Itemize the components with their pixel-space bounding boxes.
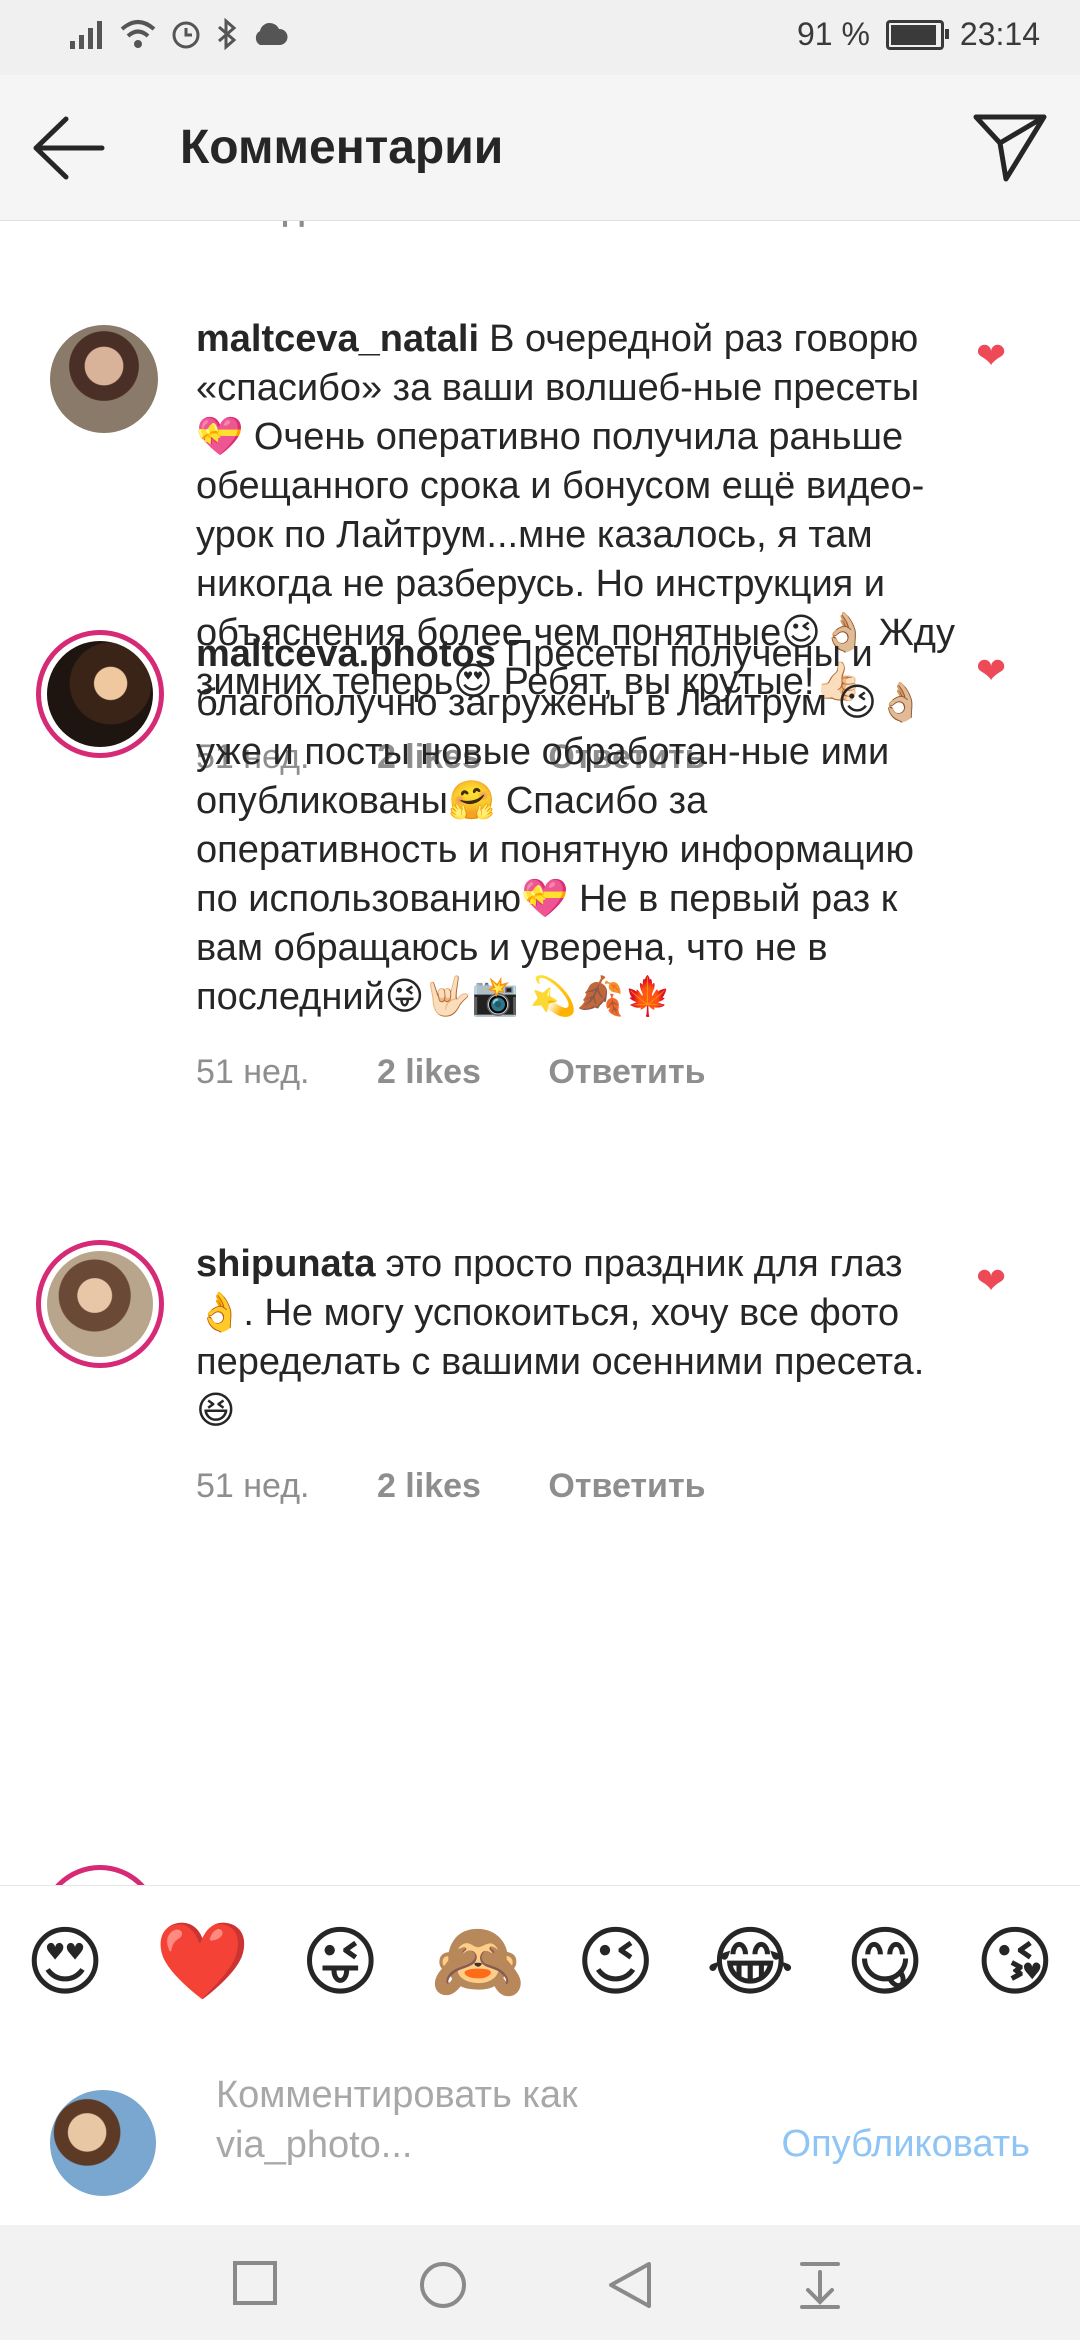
top-bar: Комментарии xyxy=(0,75,1080,221)
reply-button[interactable]: Ответить xyxy=(548,1053,705,1091)
emoji-kiss[interactable]: 😘 xyxy=(975,1917,1054,2006)
comment-time: 51 нед. xyxy=(196,1053,310,1091)
comment-username[interactable]: shipunata xyxy=(196,1243,375,1285)
bluetooth-icon xyxy=(218,18,237,50)
recents-button[interactable] xyxy=(232,2260,278,2311)
reply-button[interactable]: Ответить xyxy=(548,1467,705,1505)
notification-pull-button[interactable] xyxy=(798,2260,842,2315)
reply-button[interactable]: Ответить xyxy=(538,220,695,228)
comment-username[interactable]: maltceva.photos xyxy=(196,633,496,675)
emoji-quick-bar: 😍 ❤️ 😜 🙈 😉 😂 😋 😘 xyxy=(0,1885,1080,2037)
avatar-story-ring[interactable] xyxy=(36,630,164,758)
emoji-tears-of-joy[interactable]: 😂 xyxy=(706,1917,795,2006)
comment-meta: 51 нед. 2 likes Ответить xyxy=(196,1048,956,1097)
publish-button[interactable]: Опубликовать xyxy=(782,2123,1030,2166)
clock: 23:14 xyxy=(959,16,1040,52)
home-button[interactable] xyxy=(418,2260,468,2315)
square-icon xyxy=(233,2261,277,2305)
comment-likes[interactable]: 1 like xyxy=(383,220,468,228)
comment-composer: Комментировать как via_photo... Опублико… xyxy=(0,2035,1080,2225)
emoji-heart-eyes[interactable]: 😍 xyxy=(25,1917,104,2006)
send-icon xyxy=(973,114,1047,182)
comment-time: 51 нед. xyxy=(196,1467,310,1505)
avatar-story-ring[interactable] xyxy=(36,1240,164,1368)
comment-text: Пресеты получены и благополучно загружен… xyxy=(196,633,925,1018)
comment-time: 51 нед. xyxy=(196,220,314,228)
arrow-left-icon xyxy=(33,116,105,180)
like-heart-icon[interactable]: ❤ xyxy=(976,1260,1006,1302)
comment-input[interactable]: Комментировать как via_photo... xyxy=(216,2070,676,2170)
comment-likes[interactable]: 2 likes xyxy=(377,1053,481,1091)
emoji-yum[interactable]: 😋 xyxy=(845,1917,924,2006)
avatar xyxy=(47,1251,153,1357)
like-heart-icon[interactable]: ❤ xyxy=(976,650,1006,692)
comment-likes[interactable]: 2 likes xyxy=(377,1467,481,1505)
emoji-see-no-evil[interactable]: 🙈 xyxy=(431,1916,526,2006)
previous-comment-meta: 51 нед. 1 like Ответить xyxy=(196,220,755,229)
comment-meta: 51 нед. 2 likes Ответить xyxy=(196,1462,956,1511)
emoji-winking-tongue[interactable]: 😜 xyxy=(301,1917,380,2006)
page-title: Комментарии xyxy=(180,121,504,174)
back-nav-button[interactable] xyxy=(607,2260,653,2315)
signal-icon xyxy=(70,21,102,49)
status-icons xyxy=(70,18,288,50)
avatar xyxy=(47,641,153,747)
share-button[interactable] xyxy=(970,105,1050,185)
circle-icon xyxy=(420,2262,466,2308)
status-bar: 91 % 23:14 xyxy=(0,0,1080,75)
emoji-red-heart[interactable]: ❤️ xyxy=(155,1916,250,2006)
alarm-icon xyxy=(172,21,200,49)
my-avatar xyxy=(50,2090,156,2196)
triangle-back-icon xyxy=(609,2262,651,2308)
comments-list: 51 нед. 1 like Ответить maltceva_nataliВ… xyxy=(0,220,1080,1885)
cloud-icon xyxy=(255,22,288,45)
battery-percent: 91 % xyxy=(796,16,870,52)
emoji-wink[interactable]: 😉 xyxy=(576,1917,655,2006)
system-nav-bar xyxy=(0,2225,1080,2340)
like-heart-icon[interactable]: ❤ xyxy=(976,335,1006,377)
battery-icon xyxy=(885,19,949,50)
wifi-icon xyxy=(120,20,156,48)
next-comment-avatar[interactable] xyxy=(40,1865,160,1885)
pull-down-icon xyxy=(800,2262,840,2309)
back-button[interactable] xyxy=(30,113,110,183)
comment-username[interactable]: maltceva_natali xyxy=(196,318,479,360)
avatar[interactable] xyxy=(50,325,158,433)
